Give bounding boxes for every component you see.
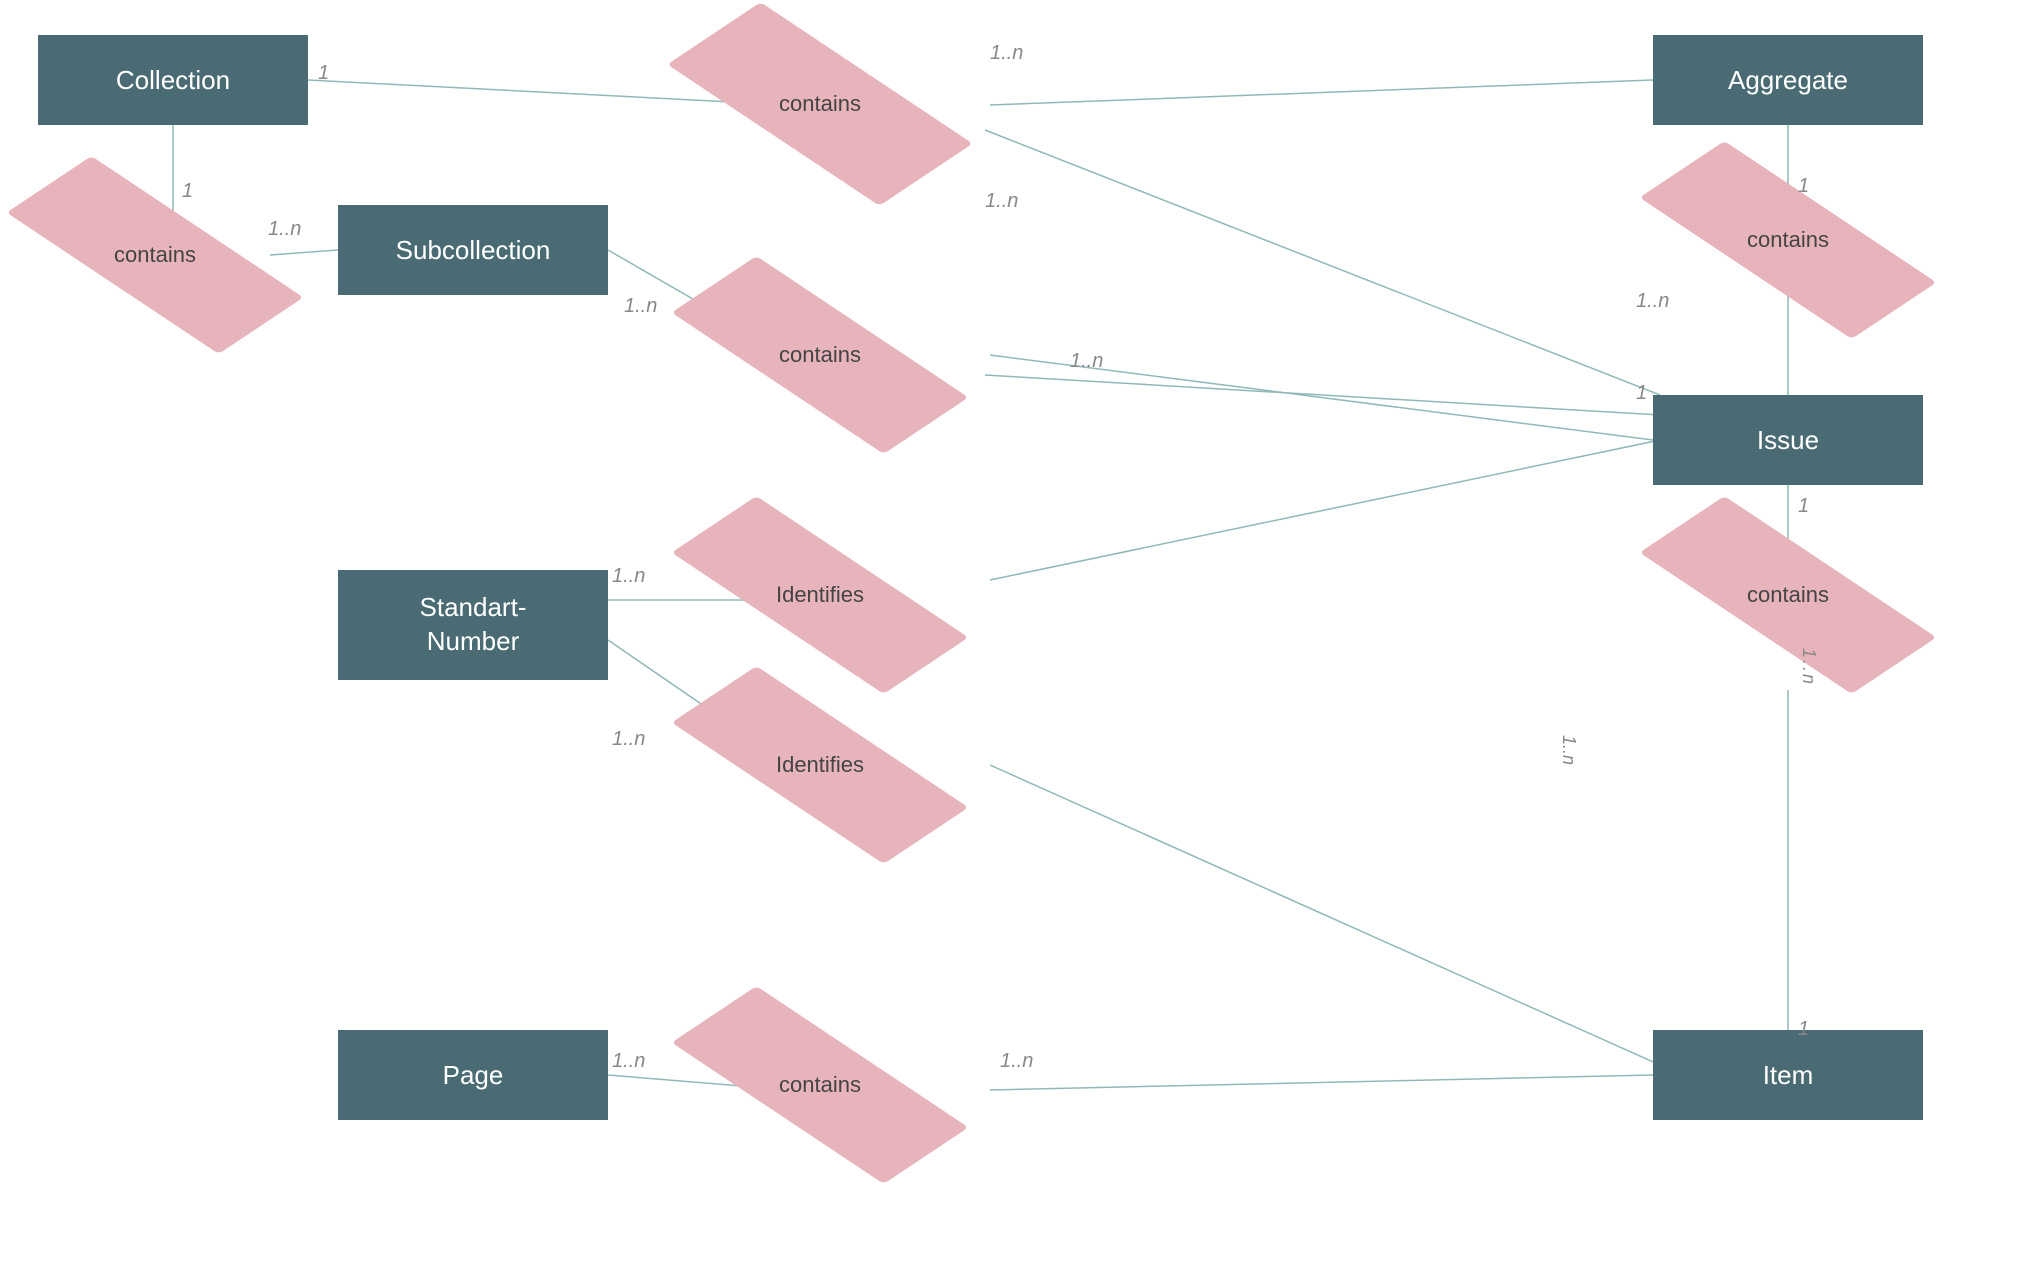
card-issue-contains-top: 1 bbox=[1798, 495, 1809, 518]
card-sub-right: 1..n bbox=[624, 295, 657, 318]
diamond-identifies-top: Identifies bbox=[720, 555, 920, 635]
diamond-contains-aggregate: contains bbox=[1688, 200, 1888, 280]
diagram-container: Collection Aggregate Subcollection Issue… bbox=[0, 0, 2034, 1284]
card-issue-agg: 1..n bbox=[1636, 290, 1669, 313]
card-collection-down: 1 bbox=[182, 180, 193, 203]
diamond-contains-issue: contains bbox=[1688, 555, 1888, 635]
entity-subcollection: Subcollection bbox=[338, 205, 608, 295]
card-contains-top-issue: 1..n bbox=[985, 190, 1018, 213]
diamond-contains-left: contains bbox=[55, 215, 255, 295]
entity-aggregate: Aggregate bbox=[1653, 35, 1923, 125]
entity-page: Page bbox=[338, 1030, 608, 1120]
card-item-left: 1..n bbox=[1000, 1050, 1033, 1073]
diamond-contains-top: contains bbox=[720, 60, 920, 148]
entity-item: Item bbox=[1653, 1030, 1923, 1120]
card-standart-identifies-bot: 1..n bbox=[612, 728, 645, 751]
card-subcollection-left: 1..n bbox=[268, 218, 301, 241]
entity-collection: Collection bbox=[38, 35, 308, 125]
entity-issue: Issue bbox=[1653, 395, 1923, 485]
card-aggregate-down: 1 bbox=[1798, 175, 1809, 198]
entity-standart-number: Standart-Number bbox=[338, 570, 608, 680]
card-identifies-bot-item: 1..n bbox=[1558, 735, 1579, 765]
card-item-top: 1 bbox=[1798, 1018, 1809, 1041]
card-issue-top: 1 bbox=[1636, 382, 1647, 405]
card-collection-right: 1 bbox=[318, 62, 329, 85]
card-aggregate-left: 1..n bbox=[990, 42, 1023, 65]
card-issue-contains-down: 1..n bbox=[1798, 648, 1819, 686]
diamond-contains-sub: contains bbox=[720, 315, 920, 395]
card-page-right: 1..n bbox=[612, 1050, 645, 1073]
diamond-contains-page: contains bbox=[720, 1045, 920, 1125]
diamond-identifies-bot: Identifies bbox=[720, 725, 920, 805]
card-contains-sub-issue: 1..n bbox=[1070, 350, 1103, 373]
card-standart-identifies-top: 1..n bbox=[612, 565, 645, 588]
